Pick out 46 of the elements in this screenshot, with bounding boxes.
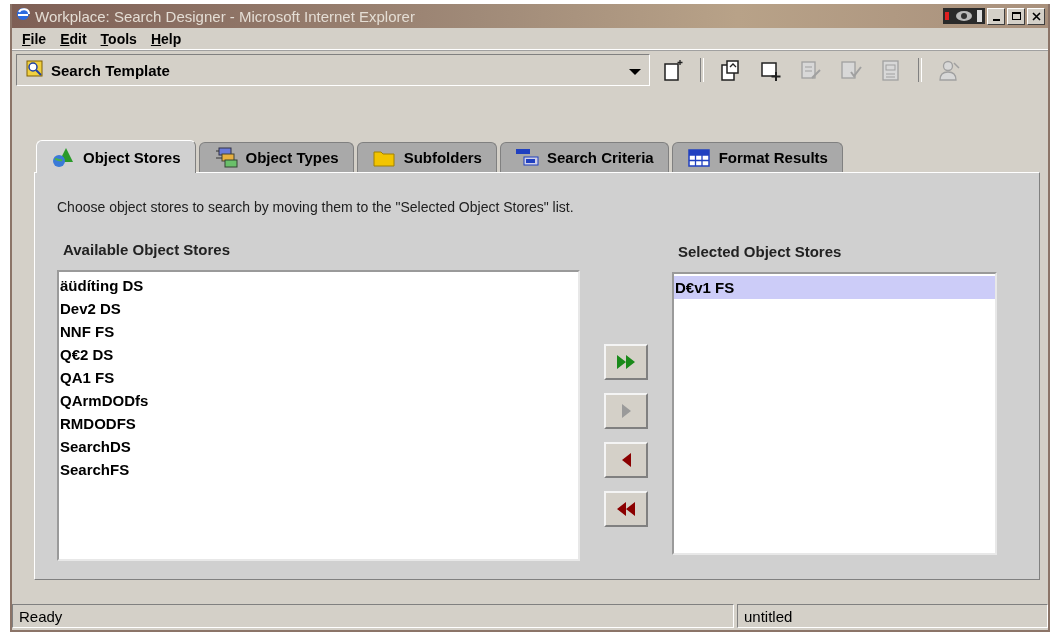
tab[interactable]: Subfolders [356,142,497,172]
tab[interactable]: Object Stores [36,140,196,173]
list-item[interactable]: Q€2 DS [59,343,578,366]
transfer-button[interactable] [604,442,648,478]
new-document-icon [661,58,685,82]
menu-item[interactable]: Edit [54,30,93,47]
search-template-icon [25,58,45,79]
edit-document-icon [799,58,823,82]
list-item[interactable]: Dev2 DS [59,297,578,320]
double-right-arrow-icon [617,355,635,369]
list-item[interactable]: D€v1 FS [674,276,995,299]
transfer-button[interactable] [604,344,648,380]
checked-document-icon [839,58,863,82]
tab[interactable]: Search Criteria [499,142,669,172]
minimize-icon [992,19,1000,21]
list-item[interactable]: SearchFS [59,458,578,481]
document-name: untitled [737,604,1048,628]
stacked-boxes-icon [213,145,238,170]
instructions-text: Choose object stores to search by moving them to the "Selected Object Stores" list. [57,199,575,215]
maximize-button[interactable] [1007,7,1025,25]
close-button[interactable] [1027,7,1045,25]
list-item[interactable]: SearchDS [59,435,578,458]
list-item[interactable]: äüdíting DS [59,274,578,297]
list-heading: Selected Object Stores [678,243,843,260]
minimize-button[interactable] [987,7,1005,25]
transfer-button[interactable] [604,491,648,527]
tray-icons-drawing [943,7,985,25]
list-item[interactable]: QA1 FS [59,366,578,389]
template-dropdown[interactable]: Search Template [16,54,650,86]
list-item[interactable]: RMDODFS [59,412,578,435]
menu-item[interactable]: Help [144,30,188,47]
menu-item[interactable]: File [16,30,53,47]
tab[interactable]: Object Types [198,142,354,172]
user-icon [937,58,961,82]
tab[interactable]: Format Results [671,142,843,172]
double-left-arrow-icon [617,502,635,516]
browser-icon [15,6,31,22]
list-item[interactable]: QArmDODfs [59,389,578,412]
list-item[interactable]: NNF FS [59,320,578,343]
status-message: Ready [12,604,734,628]
close-icon [1031,11,1041,21]
list-heading: Available Object Stores [63,241,231,258]
window-title: Workplace: Search Designer - Microsoft Internet Explorer [35,7,416,25]
menu-item[interactable]: Tools [94,30,143,47]
caret-icon [629,67,641,76]
maximize-icon [1011,12,1021,20]
